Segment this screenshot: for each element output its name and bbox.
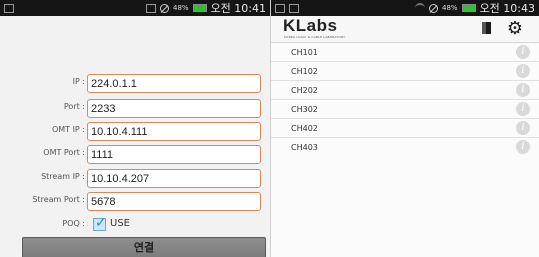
omt-ip-label: OMT IP : (51, 125, 85, 134)
stream-port-row: Stream Port : (0, 192, 270, 212)
channel-list: CH101 i CH102 i CH202 i CH302 i CH402 i CH403… (271, 43, 539, 157)
info-icon[interactable]: i (516, 102, 530, 116)
screenshot-icon (4, 3, 14, 13)
status-time: 오전 10:43 (479, 2, 535, 15)
poq-label: POQ : (62, 219, 85, 228)
stream-port-field[interactable] (87, 192, 261, 211)
app-logo: KLabs (283, 16, 338, 35)
status-bar: 48% 오전 10:43 (271, 0, 539, 16)
screenshot-icon (275, 3, 285, 13)
info-icon[interactable]: i (516, 64, 530, 78)
stream-ip-label: Stream IP : (41, 172, 85, 181)
stream-ip-row: Stream IP : (0, 169, 270, 189)
battery-icon (192, 4, 207, 12)
info-icon[interactable]: i (516, 121, 530, 135)
channel-item[interactable]: CH102 i (271, 62, 539, 81)
stream-ip-field[interactable] (87, 169, 261, 188)
gallery-icon (289, 3, 299, 13)
channel-item[interactable]: CH202 i (271, 81, 539, 100)
channel-label: CH302 (291, 105, 318, 114)
info-icon[interactable]: i (516, 45, 530, 59)
info-icon[interactable]: i (516, 140, 530, 154)
ip-row: IP : (0, 74, 270, 94)
channel-label: CH102 (291, 67, 318, 76)
channel-item[interactable]: CH101 i (271, 43, 539, 62)
channel-item[interactable]: CH302 i (271, 100, 539, 119)
wifi-icon (415, 3, 425, 13)
app-header: KLabs KOREA LOGIC & CABLE LABORATORY ⚙ (271, 16, 539, 43)
channel-label: CH202 (291, 86, 318, 95)
channel-label: CH402 (291, 124, 318, 133)
ip-label: IP : (72, 77, 85, 86)
status-time: 오전 10:41 (210, 2, 266, 15)
omt-port-row: OMT Port : (0, 145, 270, 165)
poq-use-label[interactable]: USE (110, 218, 130, 229)
poq-row: POQ : USE (0, 215, 270, 232)
omt-port-label: OMT Port : (43, 148, 85, 157)
stream-port-label: Stream Port : (32, 195, 85, 204)
no-signal-icon (160, 3, 169, 13)
omt-port-field[interactable] (87, 145, 261, 164)
poq-use-checkbox[interactable] (93, 215, 107, 231)
port-row: Port : (0, 99, 270, 119)
omt-ip-field[interactable] (87, 122, 261, 141)
status-bar: 48% 오전 10:41 (0, 0, 270, 16)
channel-label: CH403 (291, 143, 318, 152)
vibrate-icon (146, 3, 156, 13)
channel-item[interactable]: CH402 i (271, 119, 539, 138)
no-signal-icon (429, 3, 438, 13)
channel-item[interactable]: CH403 i (271, 138, 539, 157)
omt-ip-row: OMT IP : (0, 122, 270, 142)
battery-percent: 48% (173, 4, 189, 12)
exit-door-icon[interactable] (482, 22, 491, 34)
gear-icon[interactable]: ⚙ (506, 20, 524, 38)
channel-label: CH101 (291, 48, 318, 57)
channel-list-screen: 48% 오전 10:43 KLabs KOREA LOGIC & CABLE L… (271, 0, 539, 257)
battery-icon (461, 4, 476, 12)
ip-field[interactable] (87, 74, 261, 93)
port-field[interactable] (87, 99, 261, 118)
battery-percent: 48% (442, 4, 458, 12)
info-icon[interactable]: i (516, 83, 530, 97)
settings-screen: 48% 오전 10:41 IP : Port : OMT IP : OMT Po… (0, 0, 270, 257)
connect-button[interactable]: 연결 (22, 237, 266, 257)
app-logo-subtitle: KOREA LOGIC & CABLE LABORATORY (284, 35, 346, 39)
port-label: Port : (63, 102, 85, 111)
